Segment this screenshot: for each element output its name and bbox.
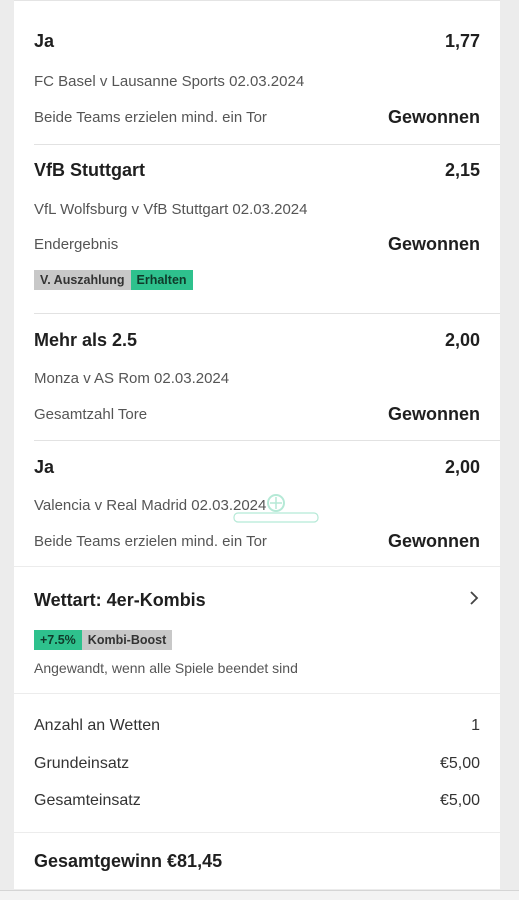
boost-note: Angewandt, wenn alle Spiele beendet sind xyxy=(34,660,298,676)
selection-item[interactable]: Mehr als 2.5 2,00 Monza v AS Rom 02.03.2… xyxy=(34,313,480,440)
received-badge: Erhalten xyxy=(130,270,193,290)
kombi-boost-badge: Kombi-Boost xyxy=(81,630,173,650)
total-card: Gesamtgewinn €81,45 xyxy=(14,833,500,889)
selection-result: Gewonnen xyxy=(387,107,480,127)
total-winnings: Gesamtgewinn €81,45 xyxy=(34,851,223,871)
stake-label: Gesamteinsatz xyxy=(34,792,141,809)
stake-value: €5,00 xyxy=(439,755,480,772)
selection-pick: Ja xyxy=(34,31,55,51)
selection-result: Gewonnen xyxy=(387,531,480,551)
selection-result: Gewonnen xyxy=(387,234,480,254)
selection-item[interactable]: VfB Stuttgart 2,15 VfL Wolfsburg v VfB S… xyxy=(34,144,480,313)
stake-label: Anzahl an Wetten xyxy=(34,717,161,734)
stake-value: €5,00 xyxy=(439,792,480,809)
bet-type-title: Wettart: 4er-Kombis xyxy=(34,590,206,610)
stake-row: Anzahl an Wetten 1 xyxy=(34,717,480,735)
selection-match: Monza v AS Rom 02.03.2024 xyxy=(34,370,230,387)
selection-market: Endergebnis xyxy=(34,236,119,253)
selection-odds: 1,77 xyxy=(444,31,480,51)
selection-match: VfL Wolfsburg v VfB Stuttgart 02.03.2024 xyxy=(34,201,308,218)
selection-market: Gesamtzahl Tore xyxy=(34,406,148,423)
bottom-bar xyxy=(0,890,519,900)
watermark-logo xyxy=(233,494,319,523)
selection-item[interactable]: Ja 1,77 FC Basel v Lausanne Sports 02.03… xyxy=(34,1,480,144)
selection-odds: 2,00 xyxy=(444,457,480,477)
chevron-right-icon[interactable] xyxy=(468,589,480,612)
selections-card: Ja 1,77 FC Basel v Lausanne Sports 02.03… xyxy=(14,0,500,566)
selection-match: FC Basel v Lausanne Sports 02.03.2024 xyxy=(34,73,305,90)
selection-market: Beide Teams erzielen mind. ein Tor xyxy=(34,533,267,550)
selection-pick: Ja xyxy=(34,457,55,477)
boost-percent-badge: +7.5% xyxy=(34,630,82,650)
bet-type-card[interactable]: Wettart: 4er-Kombis +7.5% Kombi-Boost An… xyxy=(14,567,500,693)
selection-market: Beide Teams erzielen mind. ein Tor xyxy=(34,109,267,126)
stake-row: Grundeinsatz €5,00 xyxy=(34,755,480,773)
early-payout-badge: V. Auszahlung xyxy=(34,270,131,290)
stake-row: Gesamteinsatz €5,00 xyxy=(34,792,480,810)
stake-label: Grundeinsatz xyxy=(34,755,130,772)
selection-odds: 2,00 xyxy=(444,330,480,350)
stake-card: Anzahl an Wetten 1 Grundeinsatz €5,00 Ge… xyxy=(14,694,500,832)
selection-odds: 2,15 xyxy=(444,160,480,180)
selection-pick: Mehr als 2.5 xyxy=(34,330,138,350)
stake-value: 1 xyxy=(471,717,480,734)
selection-pick: VfB Stuttgart xyxy=(34,160,145,180)
selection-result: Gewonnen xyxy=(387,404,480,424)
